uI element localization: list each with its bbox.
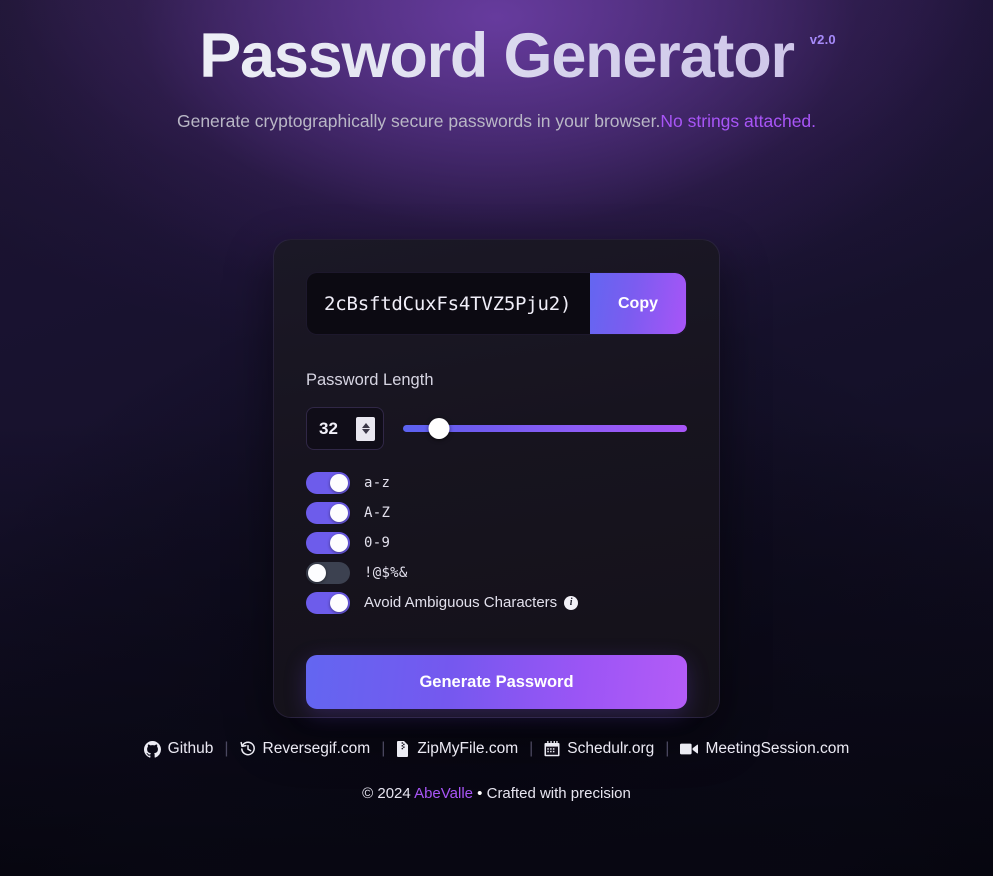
- footer-link-zipmyfile-com[interactable]: ZipMyFile.com: [385, 740, 529, 758]
- generator-card: 2cBsftdCuxFs4TVZ5Pju2) Copy Password Len…: [273, 239, 720, 718]
- subtitle-accent-text: No strings attached.: [660, 111, 817, 132]
- footer-link-schedulr-org[interactable]: Schedulr.org: [533, 740, 665, 758]
- option-label: Avoid Ambiguous Characters i: [364, 594, 579, 611]
- option-row: A-Z: [306, 501, 687, 524]
- quantity-stepper[interactable]: [356, 416, 375, 441]
- toggle-lowercase[interactable]: [306, 471, 350, 494]
- option-label: A-Z: [364, 505, 390, 521]
- password-field-row: 2cBsftdCuxFs4TVZ5Pju2) Copy: [306, 272, 687, 335]
- footer-link-label: Reversegif.com: [262, 740, 371, 757]
- option-label-text: A-Z: [364, 504, 391, 521]
- footer-link-github[interactable]: Github: [133, 740, 225, 758]
- copyright-line: © 2024 AbeValle • Crafted with precision: [0, 785, 993, 802]
- option-row: 0-9: [306, 531, 687, 554]
- file-zip-icon: [396, 741, 410, 757]
- toggle-knob: [330, 593, 348, 612]
- toggle-knob: [308, 563, 326, 582]
- password-output[interactable]: 2cBsftdCuxFs4TVZ5Pju2): [307, 273, 590, 334]
- generate-password-button[interactable]: Generate Password: [306, 655, 687, 709]
- page-footer: Github | Reversegif.com | ZipMyFile.com | Sche…: [0, 740, 993, 802]
- option-label-text: !@$%&: [364, 564, 408, 581]
- copyright-bullet: •: [473, 785, 487, 802]
- toggle-knob: [330, 473, 348, 492]
- footer-link-label: MeetingSession.com: [705, 740, 850, 757]
- copy-button[interactable]: Copy: [590, 273, 686, 334]
- footer-link-label: ZipMyFile.com: [417, 740, 519, 757]
- option-row: Avoid Ambiguous Characters i: [306, 591, 687, 614]
- toggle-uppercase[interactable]: [306, 501, 350, 524]
- footer-links: Github | Reversegif.com | ZipMyFile.com | Sche…: [0, 740, 993, 758]
- option-label-text: Avoid Ambiguous Characters: [364, 594, 558, 611]
- toggle-numbers[interactable]: [306, 531, 350, 554]
- length-number-input[interactable]: 32: [306, 407, 384, 450]
- character-options-list: a-z A-Z 0-9 !@$%& Avoid Ambiguous Characters…: [306, 471, 687, 614]
- title-wrap: Password Generator v2.0: [193, 22, 835, 90]
- toggle-knob: [330, 503, 348, 522]
- footer-link-label: Github: [167, 740, 214, 757]
- password-length-label: Password Length: [306, 371, 434, 389]
- version-badge: v2.0: [809, 32, 836, 47]
- slider-thumb[interactable]: [428, 418, 449, 439]
- footer-link-label: Schedulr.org: [567, 740, 655, 757]
- page-header: Password Generator v2.0 Generate cryptog…: [0, 0, 993, 136]
- option-label-text: a-z: [364, 474, 391, 491]
- rotate-clock-icon: [239, 741, 256, 757]
- info-icon[interactable]: i: [564, 595, 579, 610]
- stepper-up-icon[interactable]: [361, 423, 370, 428]
- option-row: a-z: [306, 471, 687, 494]
- subtitle-main-text: Generate cryptographically secure passwo…: [176, 111, 661, 132]
- copyright-suffix: Crafted with precision: [486, 785, 631, 802]
- footer-link-meetingsession-com[interactable]: MeetingSession.com: [669, 740, 860, 758]
- option-label: a-z: [364, 475, 390, 491]
- toggle-symbols[interactable]: [306, 561, 350, 584]
- toggle-knob: [330, 533, 348, 552]
- calendar-icon: [544, 741, 560, 757]
- stepper-down-icon[interactable]: [361, 429, 370, 434]
- footer-link-reversegif-com[interactable]: Reversegif.com: [229, 740, 382, 758]
- page-subtitle: Generate cryptographically secure passwo…: [177, 108, 817, 136]
- option-label: !@$%&: [364, 565, 408, 581]
- page-title: Password Generator: [193, 22, 800, 90]
- copyright-prefix: © 2024: [362, 785, 415, 802]
- video-camera-icon: [680, 742, 699, 756]
- length-value: 32: [319, 418, 338, 438]
- option-label-text: 0-9: [364, 534, 391, 551]
- toggle-avoid-ambiguous[interactable]: [306, 591, 350, 614]
- option-row: !@$%&: [306, 561, 687, 584]
- copyright-author-link[interactable]: AbeValle: [414, 785, 473, 802]
- option-label: 0-9: [364, 535, 390, 551]
- length-slider[interactable]: [403, 418, 687, 440]
- github-icon: [143, 740, 161, 758]
- app-root: Password Generator v2.0 Generate cryptog…: [0, 0, 993, 876]
- password-length-row: 32: [306, 407, 687, 450]
